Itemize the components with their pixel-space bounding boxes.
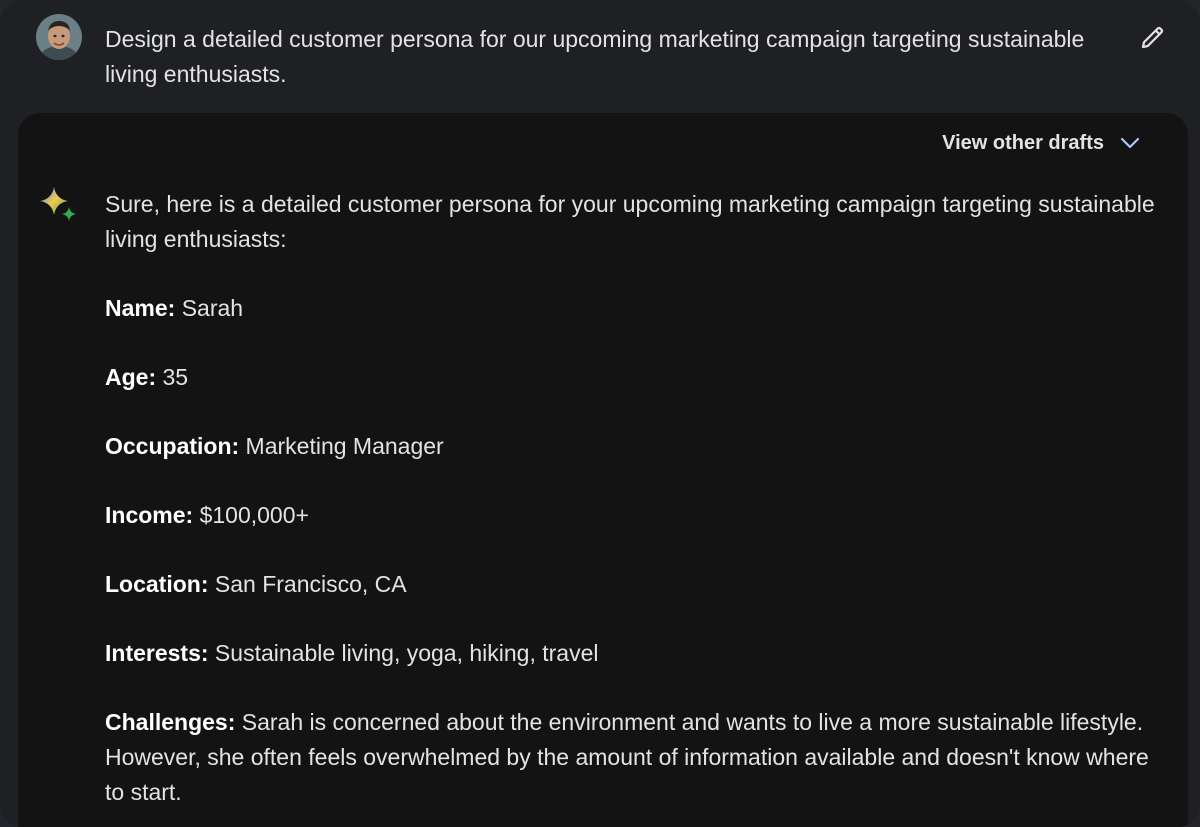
field-label: Name:	[105, 295, 176, 321]
chevron-down-icon	[1120, 137, 1140, 149]
field-value: Sustainable living, yoga, hiking, travel	[208, 640, 599, 666]
field-label: Income:	[105, 502, 194, 528]
pencil-icon	[1141, 26, 1164, 49]
chat-window: Design a detailed customer persona for o…	[0, 0, 1200, 827]
edit-prompt-button[interactable]	[1136, 20, 1170, 54]
persona-field-income: Income: $100,000+	[105, 498, 1155, 533]
field-value: Marketing Manager	[239, 433, 444, 459]
avatar[interactable]	[36, 14, 82, 60]
persona-field-location: Location: San Francisco, CA	[105, 567, 1155, 602]
field-label: Occupation:	[105, 433, 240, 459]
field-value: San Francisco, CA	[208, 571, 407, 597]
response-card: View other drafts Sure, here is a detail…	[18, 113, 1188, 827]
user-prompt: Design a detailed customer persona for o…	[0, 0, 1200, 112]
persona-field-occupation: Occupation: Marketing Manager	[105, 429, 1155, 464]
field-label: Age:	[105, 364, 157, 390]
field-label: Location:	[105, 571, 209, 597]
persona-field-name: Name: Sarah	[105, 291, 1155, 326]
persona-field-age: Age: 35	[105, 360, 1155, 395]
field-label: Interests:	[105, 640, 209, 666]
sparkle-icon	[38, 185, 80, 227]
prompt-text: Design a detailed customer persona for o…	[105, 26, 1085, 87]
response-intro: Sure, here is a detailed customer person…	[105, 191, 1155, 252]
field-label: Challenges:	[105, 709, 236, 735]
persona-field-interests: Interests: Sustainable living, yoga, hik…	[105, 636, 1155, 671]
persona-field-challenges: Challenges: Sarah is concerned about the…	[105, 705, 1155, 810]
field-value: $100,000+	[193, 502, 309, 528]
field-value: Sarah	[175, 295, 244, 321]
field-value: 35	[156, 364, 189, 390]
response-body: Sure, here is a detailed customer person…	[105, 187, 1155, 827]
drafts-label: View other drafts	[942, 131, 1104, 154]
view-other-drafts-button[interactable]: View other drafts	[942, 131, 1142, 155]
field-value: Sarah is concerned about the environment…	[105, 709, 1149, 805]
